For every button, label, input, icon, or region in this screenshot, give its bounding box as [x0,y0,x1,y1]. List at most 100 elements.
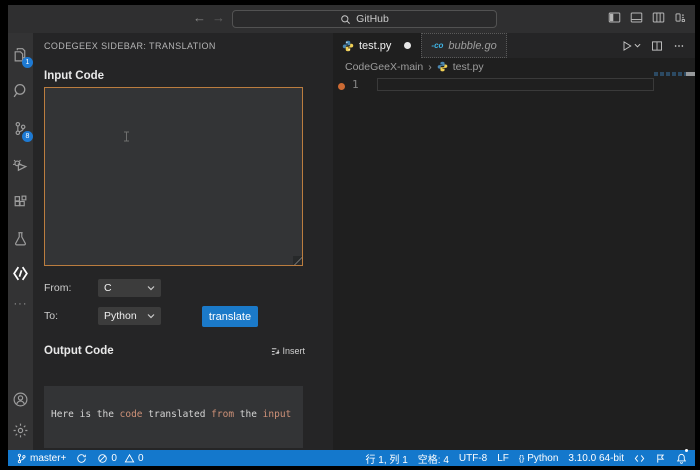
python-file-icon [342,40,354,51]
editor-actions [621,33,695,58]
title-bar: ← → GitHub [8,5,695,33]
breadcrumb: CodeGeeX-main › test.py [333,58,695,75]
indentation[interactable]: 空格: 4 [413,450,454,466]
activity-settings[interactable] [8,417,33,443]
source-control-badge: 8 [22,131,33,142]
modified-indicator[interactable] [404,42,412,49]
activity-account[interactable] [8,386,33,412]
codegeex-sidebar: CODEGEEX SIDEBAR: TRANSLATION Input Code… [33,33,333,450]
run-file-icon[interactable] [621,40,633,52]
account-icon [13,392,28,406]
history-back-icon[interactable]: ← [193,10,206,25]
command-center-search[interactable]: GitHub [232,10,497,28]
history-forward-icon[interactable]: → [212,10,225,25]
from-select[interactable]: C [98,279,161,297]
activity-more[interactable]: ··· [8,291,33,317]
feedback-status[interactable] [650,450,671,466]
tab-label: test.py [359,39,392,52]
to-select-value: Python [104,310,137,322]
input-code-label: Input Code [44,70,105,82]
sync-icon [77,453,87,463]
cursor-position[interactable]: 行 1, 列 1 [361,450,413,466]
translate-button[interactable]: translate [202,306,258,327]
activity-codegeex[interactable] [8,260,33,286]
tab-label: bubble.go [448,39,497,52]
git-branch-status[interactable]: master+ [16,450,71,466]
branch-name: master+ [30,452,67,464]
explorer-badge: 1 [22,57,33,68]
activity-run-debug[interactable] [8,152,33,178]
to-label: To: [44,310,59,322]
search-icon [341,14,351,24]
from-label: From: [44,282,72,294]
tab-bar: test.py -co bubble.go [333,33,695,58]
python-file-icon [437,61,448,72]
split-editor-icon[interactable] [651,40,663,52]
errors-count: 0 [111,452,117,464]
warnings-count: 0 [137,452,144,464]
beaker-icon [15,231,26,245]
to-row: To: Python [44,307,322,325]
to-select[interactable]: Python [98,307,161,325]
more-actions-icon[interactable] [673,40,685,52]
notifications-status[interactable] [671,449,688,466]
codegeex-status[interactable] [629,450,650,466]
cursor-position-label: 行 1, 列 1 [365,454,408,466]
search-view-icon [13,83,26,97]
angle-brackets-icon [634,454,645,462]
bell-icon [676,453,687,464]
insert-button-label: Insert [282,346,305,356]
textarea-resize-grip[interactable] [293,256,302,265]
status-bar: master+ 0 0 行 1, 列 1 空格: 4 UTF-8 LF {} P… [8,449,695,466]
warnings-icon [124,453,135,462]
input-code-textarea[interactable] [44,87,303,266]
breadcrumb-folder[interactable]: CodeGeeX-main [345,61,423,73]
vscode-window: ← → GitHub 1 8 ··· CODEGEEX SIDEBAR: TRA… [8,5,695,466]
encoding-label: UTF-8 [458,452,488,464]
tab-test-py[interactable]: test.py [333,33,422,58]
activity-search[interactable] [8,77,33,103]
activity-source-control[interactable]: 8 [8,115,33,142]
tab-bubble-go[interactable]: -co bubble.go [421,33,507,58]
line-number: 1 [352,78,359,91]
problems-status[interactable]: 0 0 [92,450,148,466]
breadcrumb-separator: › [428,60,432,73]
activity-testing[interactable] [8,225,33,251]
input-code-container [44,87,303,266]
toggle-sidebar-icon[interactable] [608,11,621,24]
run-dropdown-chevron-icon[interactable] [634,42,641,49]
editor-group: test.py -co bubble.go CodeGeeX-main › te… [333,33,695,450]
toggle-panel-icon[interactable] [630,11,643,24]
gear-icon [13,423,28,437]
git-branch-icon [17,453,26,463]
go-file-icon: -co [431,41,444,50]
insert-icon [272,347,280,355]
braces-icon: {} [518,453,525,463]
breakpoint-indicator[interactable] [338,83,345,90]
more-views-icon: ··· [13,298,28,310]
chevron-down-icon [147,286,155,291]
activity-extensions[interactable] [8,189,33,215]
code-area[interactable]: 1 [333,75,695,450]
sync-status[interactable] [71,450,92,466]
customize-layout-icon[interactable] [674,11,687,24]
output-code-block: Here is the code translated from the inp… [44,386,303,448]
run-debug-icon [13,159,28,171]
breadcrumb-file[interactable]: test.py [453,61,484,73]
encoding[interactable]: UTF-8 [454,450,492,466]
indentation-label: 空格: 4 [417,454,449,466]
activity-explorer[interactable]: 1 [8,41,33,68]
python-interpreter[interactable]: 3.10.0 64-bit [563,450,629,466]
toggle-secondary-sidebar-icon[interactable] [652,11,665,24]
from-row: From: C [44,279,322,297]
language-mode[interactable]: {} Python [514,450,563,466]
output-code-text: Here is the code translated from the inp… [51,409,292,420]
workbench: 1 8 ··· CODEGEEX SIDEBAR: TRANSLATION In… [8,33,695,450]
insert-button[interactable]: Insert [271,346,305,356]
command-center-label: GitHub [356,13,389,25]
output-code-label: Output Code [44,345,114,357]
extensions-icon [14,195,27,206]
from-select-value: C [104,282,112,294]
eol[interactable]: LF [492,450,514,466]
notification-dot [685,449,688,452]
